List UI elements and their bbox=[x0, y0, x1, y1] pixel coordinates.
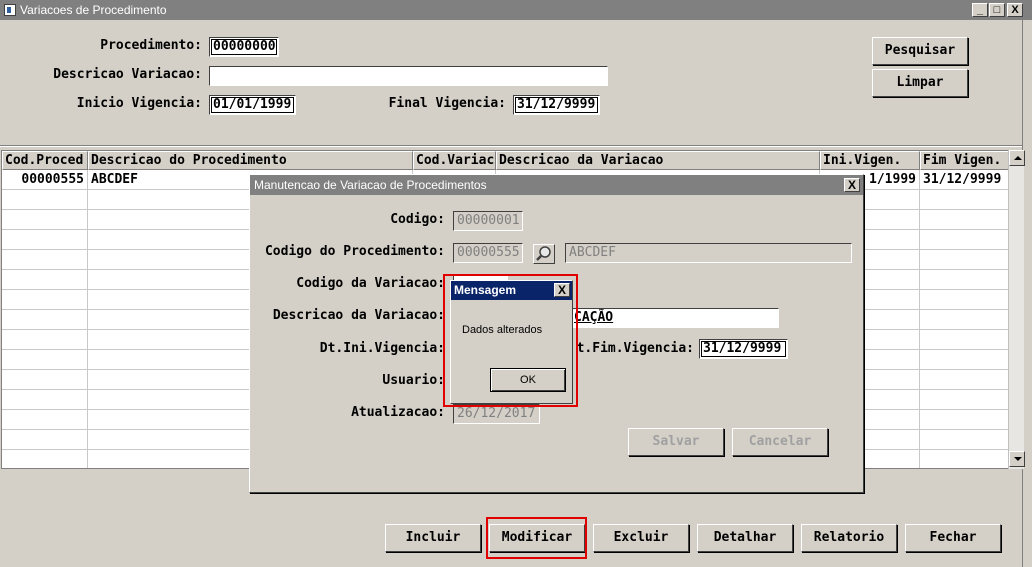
grid-scrollbar[interactable] bbox=[1008, 150, 1025, 469]
scroll-up-button[interactable] bbox=[1009, 150, 1025, 166]
inicio-vigencia-input[interactable]: 01/01/1999 bbox=[209, 95, 296, 115]
dialog-title-bar: Manutencao de Variacao de Procedimentos bbox=[250, 175, 863, 195]
codigo-procedimento-label: Codigo do Procedimento: bbox=[264, 244, 445, 259]
limpar-button[interactable]: Limpar bbox=[872, 69, 968, 97]
maximize-button[interactable]: □ bbox=[989, 3, 1005, 17]
dialog-title: Manutencao de Variacao de Procedimentos bbox=[254, 178, 487, 192]
descricao-variacao-label: Descricao Variacao: bbox=[53, 67, 202, 82]
excluir-button[interactable]: Excluir bbox=[593, 524, 689, 552]
detalhar-button[interactable]: Detalhar bbox=[697, 524, 793, 552]
final-vigencia-input[interactable]: 31/12/9999 bbox=[513, 95, 600, 115]
cell-fim-vigen: 31/12/9999 bbox=[920, 170, 1008, 190]
usuario-label: Usuario: bbox=[382, 373, 445, 388]
col-header-fim-vigen[interactable]: Fim Vigen. bbox=[920, 151, 1008, 170]
procedimento-label: Procedimento: bbox=[100, 38, 202, 53]
procedimento-descricao-field: ABCDEF bbox=[565, 243, 852, 263]
col-header-descricao-procedimento[interactable]: Descricao do Procedimento bbox=[88, 151, 413, 170]
inicio-vigencia-label: Inicio Vigencia: bbox=[76, 96, 202, 111]
descricao-variacao-input[interactable] bbox=[209, 66, 608, 86]
col-header-ini-vigen[interactable]: Ini.Vigen. bbox=[820, 151, 920, 170]
codigo-label: Codigo: bbox=[390, 212, 445, 227]
arrow-down-icon bbox=[1014, 457, 1022, 461]
dt-ini-vigencia-label: Dt.Ini.Vigencia: bbox=[319, 341, 445, 356]
final-vigencia-label: Final Vigencia: bbox=[388, 96, 506, 111]
magnifier-icon bbox=[536, 246, 551, 261]
incluir-button[interactable]: Incluir bbox=[385, 524, 481, 552]
minimize-button[interactable]: _ bbox=[972, 3, 988, 17]
col-header-descricao-variacao[interactable]: Descricao da Variacao bbox=[496, 151, 820, 170]
relatorio-button[interactable]: Relatorio bbox=[801, 524, 897, 552]
search-lookup-button[interactable] bbox=[533, 244, 555, 264]
cancelar-button[interactable]: Cancelar bbox=[732, 428, 828, 456]
atualizacao-label: Atualizacao: bbox=[351, 405, 445, 420]
dt-fim-vigencia-field[interactable]: 31/12/9999 bbox=[699, 339, 788, 359]
atualizacao-field: 26/12/2017 bbox=[453, 404, 540, 424]
app-icon bbox=[4, 4, 16, 16]
fechar-button[interactable]: Fechar bbox=[905, 524, 1001, 552]
dialog-close-button[interactable]: X bbox=[844, 178, 860, 192]
col-header-cod-proced[interactable]: Cod.Proced bbox=[2, 151, 88, 170]
codigo-procedimento-field: 00000555 bbox=[453, 243, 523, 263]
highlight-message bbox=[443, 274, 578, 407]
close-window-button[interactable]: X bbox=[1007, 3, 1023, 17]
procedimento-input[interactable]: 00000000 bbox=[209, 37, 279, 57]
arrow-up-icon bbox=[1014, 156, 1022, 160]
salvar-button[interactable]: Salvar bbox=[628, 428, 724, 456]
dt-fim-vigencia-label: t.Fim.Vigencia: bbox=[576, 341, 694, 356]
scroll-down-button[interactable] bbox=[1009, 451, 1025, 467]
pesquisar-button[interactable]: Pesquisar bbox=[872, 37, 968, 65]
descricao-variacao-label: Descricao da Variacao: bbox=[272, 308, 445, 323]
codigo-variacao-label: Codigo da Variacao: bbox=[296, 276, 445, 291]
cell-cod-proced: 00000555 bbox=[2, 170, 88, 190]
codigo-field: 00000001 bbox=[453, 211, 523, 231]
panel-divider-highlight bbox=[0, 146, 1024, 147]
window-title-bar: Variacoes de Procedimento bbox=[0, 0, 1032, 20]
col-header-cod-variac[interactable]: Cod.Variac bbox=[413, 151, 496, 170]
highlight-modificar bbox=[486, 517, 587, 559]
window-title: Variacoes de Procedimento bbox=[20, 3, 167, 17]
